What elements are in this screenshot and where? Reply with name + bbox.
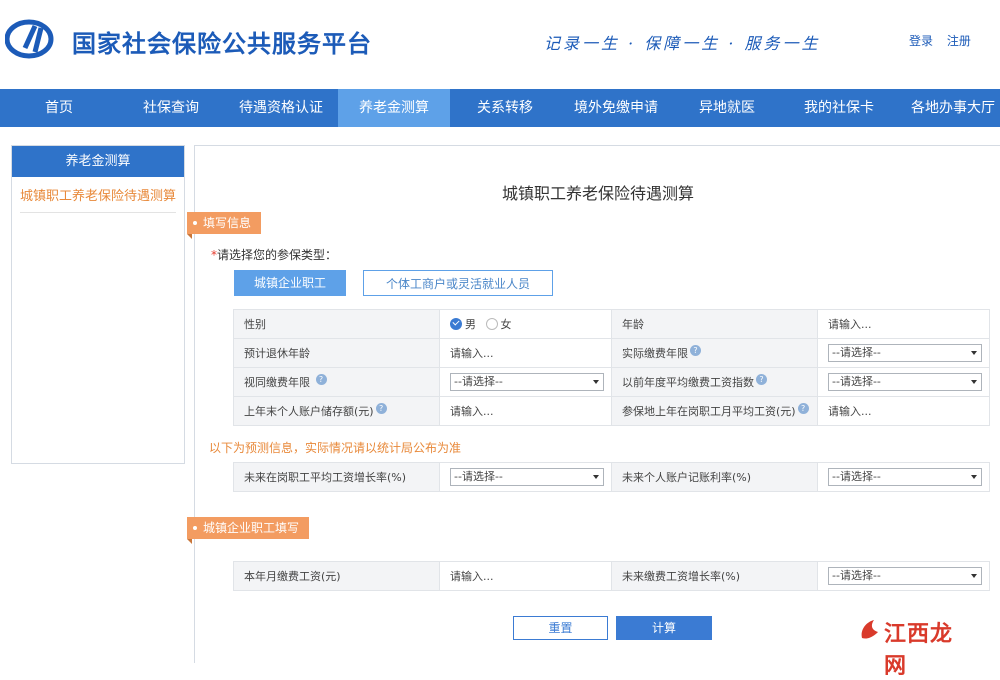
gender-male-label: 男 <box>465 318 476 331</box>
wage-growth-label: 未来在岗职工平均工资增长率(%) <box>233 462 440 492</box>
future-growth-value: --请选择-- <box>832 569 881 582</box>
account-balance-label-cell: 上年末个人账户储存额(元)? <box>233 396 440 426</box>
actual-years-label: 实际缴费年限 <box>622 347 688 360</box>
site-title: 国家社会保险公共服务平台 <box>72 30 372 58</box>
reset-button[interactable]: 重置 <box>513 616 608 640</box>
nav-item-overseas[interactable]: 境外免缴申请 <box>560 89 672 127</box>
nav-item-medical[interactable]: 异地就医 <box>672 89 782 127</box>
retire-age-label: 预计退休年龄 <box>233 338 440 368</box>
nav-item-pension-calc[interactable]: 养老金测算 <box>338 89 450 127</box>
type-prompt-text: 请选择您的参保类型： <box>217 248 338 262</box>
watermark-logo: 江西龙网 <box>858 612 968 679</box>
type-enterprise-button[interactable]: 城镇企业职工 <box>234 270 346 296</box>
table-row: 性别 男 女 年龄 请输入... <box>233 309 990 339</box>
future-growth-cell: --请选择-- <box>817 561 990 591</box>
nav-item-query[interactable]: 社保查询 <box>118 89 224 127</box>
avg-index-select[interactable]: --请选择-- <box>828 373 982 391</box>
account-balance-input[interactable]: 请输入... <box>439 396 612 426</box>
section-fill-info: 填写信息 <box>187 212 262 239</box>
deemed-years-value: --请选择-- <box>454 375 503 388</box>
age-label: 年龄 <box>611 309 818 339</box>
actual-years-select[interactable]: --请选择-- <box>828 344 982 362</box>
avg-wage-input[interactable]: 请输入... <box>817 396 990 426</box>
section-enterprise: 城镇企业职工填写 <box>187 517 310 544</box>
table-row: 预计退休年龄 请输入... 实际缴费年限? --请选择-- <box>233 338 990 368</box>
deemed-years-label-cell: 视同缴费年限 ? <box>233 367 440 397</box>
main-panel: 城镇职工养老保险待遇测算 填写信息 *请选择您的参保类型： 城镇企业职工 个体工… <box>187 145 1000 663</box>
actual-years-label-cell: 实际缴费年限? <box>611 338 818 368</box>
table-row: 未来在岗职工平均工资增长率(%) --请选择-- 未来个人账户记账利率(%) -… <box>233 462 990 492</box>
watermark-text: 江西龙网 <box>884 621 954 679</box>
chevron-down-icon <box>971 475 977 479</box>
sidebar-heading: 养老金测算 <box>12 146 184 177</box>
chevron-down-icon <box>593 475 599 479</box>
main-nav: 首页 社保查询 待遇资格认证 养老金测算 关系转移 境外免缴申请 异地就医 我的… <box>0 89 1000 127</box>
account-balance-label: 上年末个人账户储存额(元) <box>244 405 374 418</box>
gender-female-label: 女 <box>500 318 512 331</box>
si-logo-icon[interactable] <box>5 18 57 60</box>
avg-wage-label-cell: 参保地上年在岗职工月平均工资(元)? <box>611 396 818 426</box>
basic-info-table: 性别 男 女 年龄 请输入... 预计退休年龄 请输入... 实际缴费年限? -… <box>233 309 990 426</box>
retire-age-input[interactable]: 请输入... <box>439 338 612 368</box>
chevron-down-icon <box>593 380 599 384</box>
interest-cell: --请选择-- <box>817 462 990 492</box>
avg-index-label-cell: 以前年度平均缴费工资指数? <box>611 367 818 397</box>
deemed-years-select[interactable]: --请选择-- <box>450 373 604 391</box>
avg-wage-label: 参保地上年在岗职工月平均工资(元) <box>622 405 796 418</box>
table-row: 视同缴费年限 ? --请选择-- 以前年度平均缴费工资指数? --请选择-- <box>233 367 990 397</box>
avg-index-cell: --请选择-- <box>817 367 990 397</box>
login-link[interactable]: 登录 <box>909 34 933 48</box>
page-title: 城镇职工养老保险待遇测算 <box>501 184 694 203</box>
type-flexible-button[interactable]: 个体工商户或灵活就业人员 <box>363 270 553 296</box>
nav-item-qualification[interactable]: 待遇资格认证 <box>224 89 338 127</box>
interest-select[interactable]: --请选择-- <box>828 468 982 486</box>
gender-female-radio[interactable] <box>485 318 498 330</box>
auth-links: 登录 注册 <box>909 32 981 49</box>
site-header: 国家社会保险公共服务平台 记录一生 · 保障一生 · 服务一生 登录 注册 <box>0 0 1000 89</box>
wage-growth-cell: --请选择-- <box>439 462 612 492</box>
help-icon[interactable]: ? <box>797 403 809 414</box>
avg-index-label: 以前年度平均缴费工资指数 <box>622 376 754 389</box>
help-icon[interactable]: ? <box>375 403 387 414</box>
forecast-table: 未来在岗职工平均工资增长率(%) --请选择-- 未来个人账户记账利率(%) -… <box>233 462 990 492</box>
nav-item-home[interactable]: 首页 <box>0 89 118 127</box>
deemed-years-cell: --请选择-- <box>439 367 612 397</box>
interest-label: 未来个人账户记账利率(%) <box>611 462 818 492</box>
sidebar-item-pension-calc[interactable]: 城镇职工养老保险待遇测算 <box>20 185 176 213</box>
help-icon[interactable]: ? <box>690 345 701 356</box>
enterprise-table: 本年月缴费工资(元) 请输入... 未来缴费工资增长率(%) --请选择-- <box>233 561 990 591</box>
help-icon[interactable]: ? <box>315 374 327 385</box>
gender-label: 性别 <box>233 309 440 339</box>
future-growth-label: 未来缴费工资增长率(%) <box>611 561 818 591</box>
actual-years-cell: --请选择-- <box>817 338 990 368</box>
chevron-down-icon <box>971 380 977 384</box>
register-link[interactable]: 注册 <box>947 34 971 48</box>
type-prompt: *请选择您的参保类型： <box>211 246 337 263</box>
table-row: 本年月缴费工资(元) 请输入... 未来缴费工资增长率(%) --请选择-- <box>233 561 990 591</box>
avg-index-value: --请选择-- <box>832 375 881 388</box>
actual-years-value: --请选择-- <box>832 346 881 359</box>
nav-item-service-hall[interactable]: 各地办事大厅 <box>896 89 1000 127</box>
chevron-down-icon <box>971 351 977 355</box>
age-input[interactable]: 请输入... <box>817 309 990 339</box>
sidebar: 养老金测算 城镇职工养老保险待遇测算 <box>11 145 185 464</box>
dragon-icon <box>861 620 878 639</box>
monthly-wage-label: 本年月缴费工资(元) <box>233 561 440 591</box>
chevron-down-icon <box>971 574 977 578</box>
wage-growth-value: --请选择-- <box>454 470 503 483</box>
gender-field: 男 女 <box>439 309 612 339</box>
site-slogan: 记录一生 · 保障一生 · 服务一生 <box>544 34 821 53</box>
gender-male-radio[interactable] <box>450 318 462 330</box>
calculate-button[interactable]: 计算 <box>616 616 712 640</box>
deemed-years-label: 视同缴费年限 <box>244 376 310 389</box>
nav-item-my-card[interactable]: 我的社保卡 <box>782 89 896 127</box>
nav-item-transfer[interactable]: 关系转移 <box>450 89 560 127</box>
future-growth-select[interactable]: --请选择-- <box>828 567 982 585</box>
interest-value: --请选择-- <box>832 470 881 483</box>
wage-growth-select[interactable]: --请选择-- <box>450 468 604 486</box>
forecast-note: 以下为预测信息，实际情况请以统计局公布为准 <box>209 441 462 455</box>
monthly-wage-input[interactable]: 请输入... <box>439 561 612 591</box>
help-icon[interactable]: ? <box>756 374 767 385</box>
table-row: 上年末个人账户储存额(元)? 请输入... 参保地上年在岗职工月平均工资(元)?… <box>233 396 990 426</box>
